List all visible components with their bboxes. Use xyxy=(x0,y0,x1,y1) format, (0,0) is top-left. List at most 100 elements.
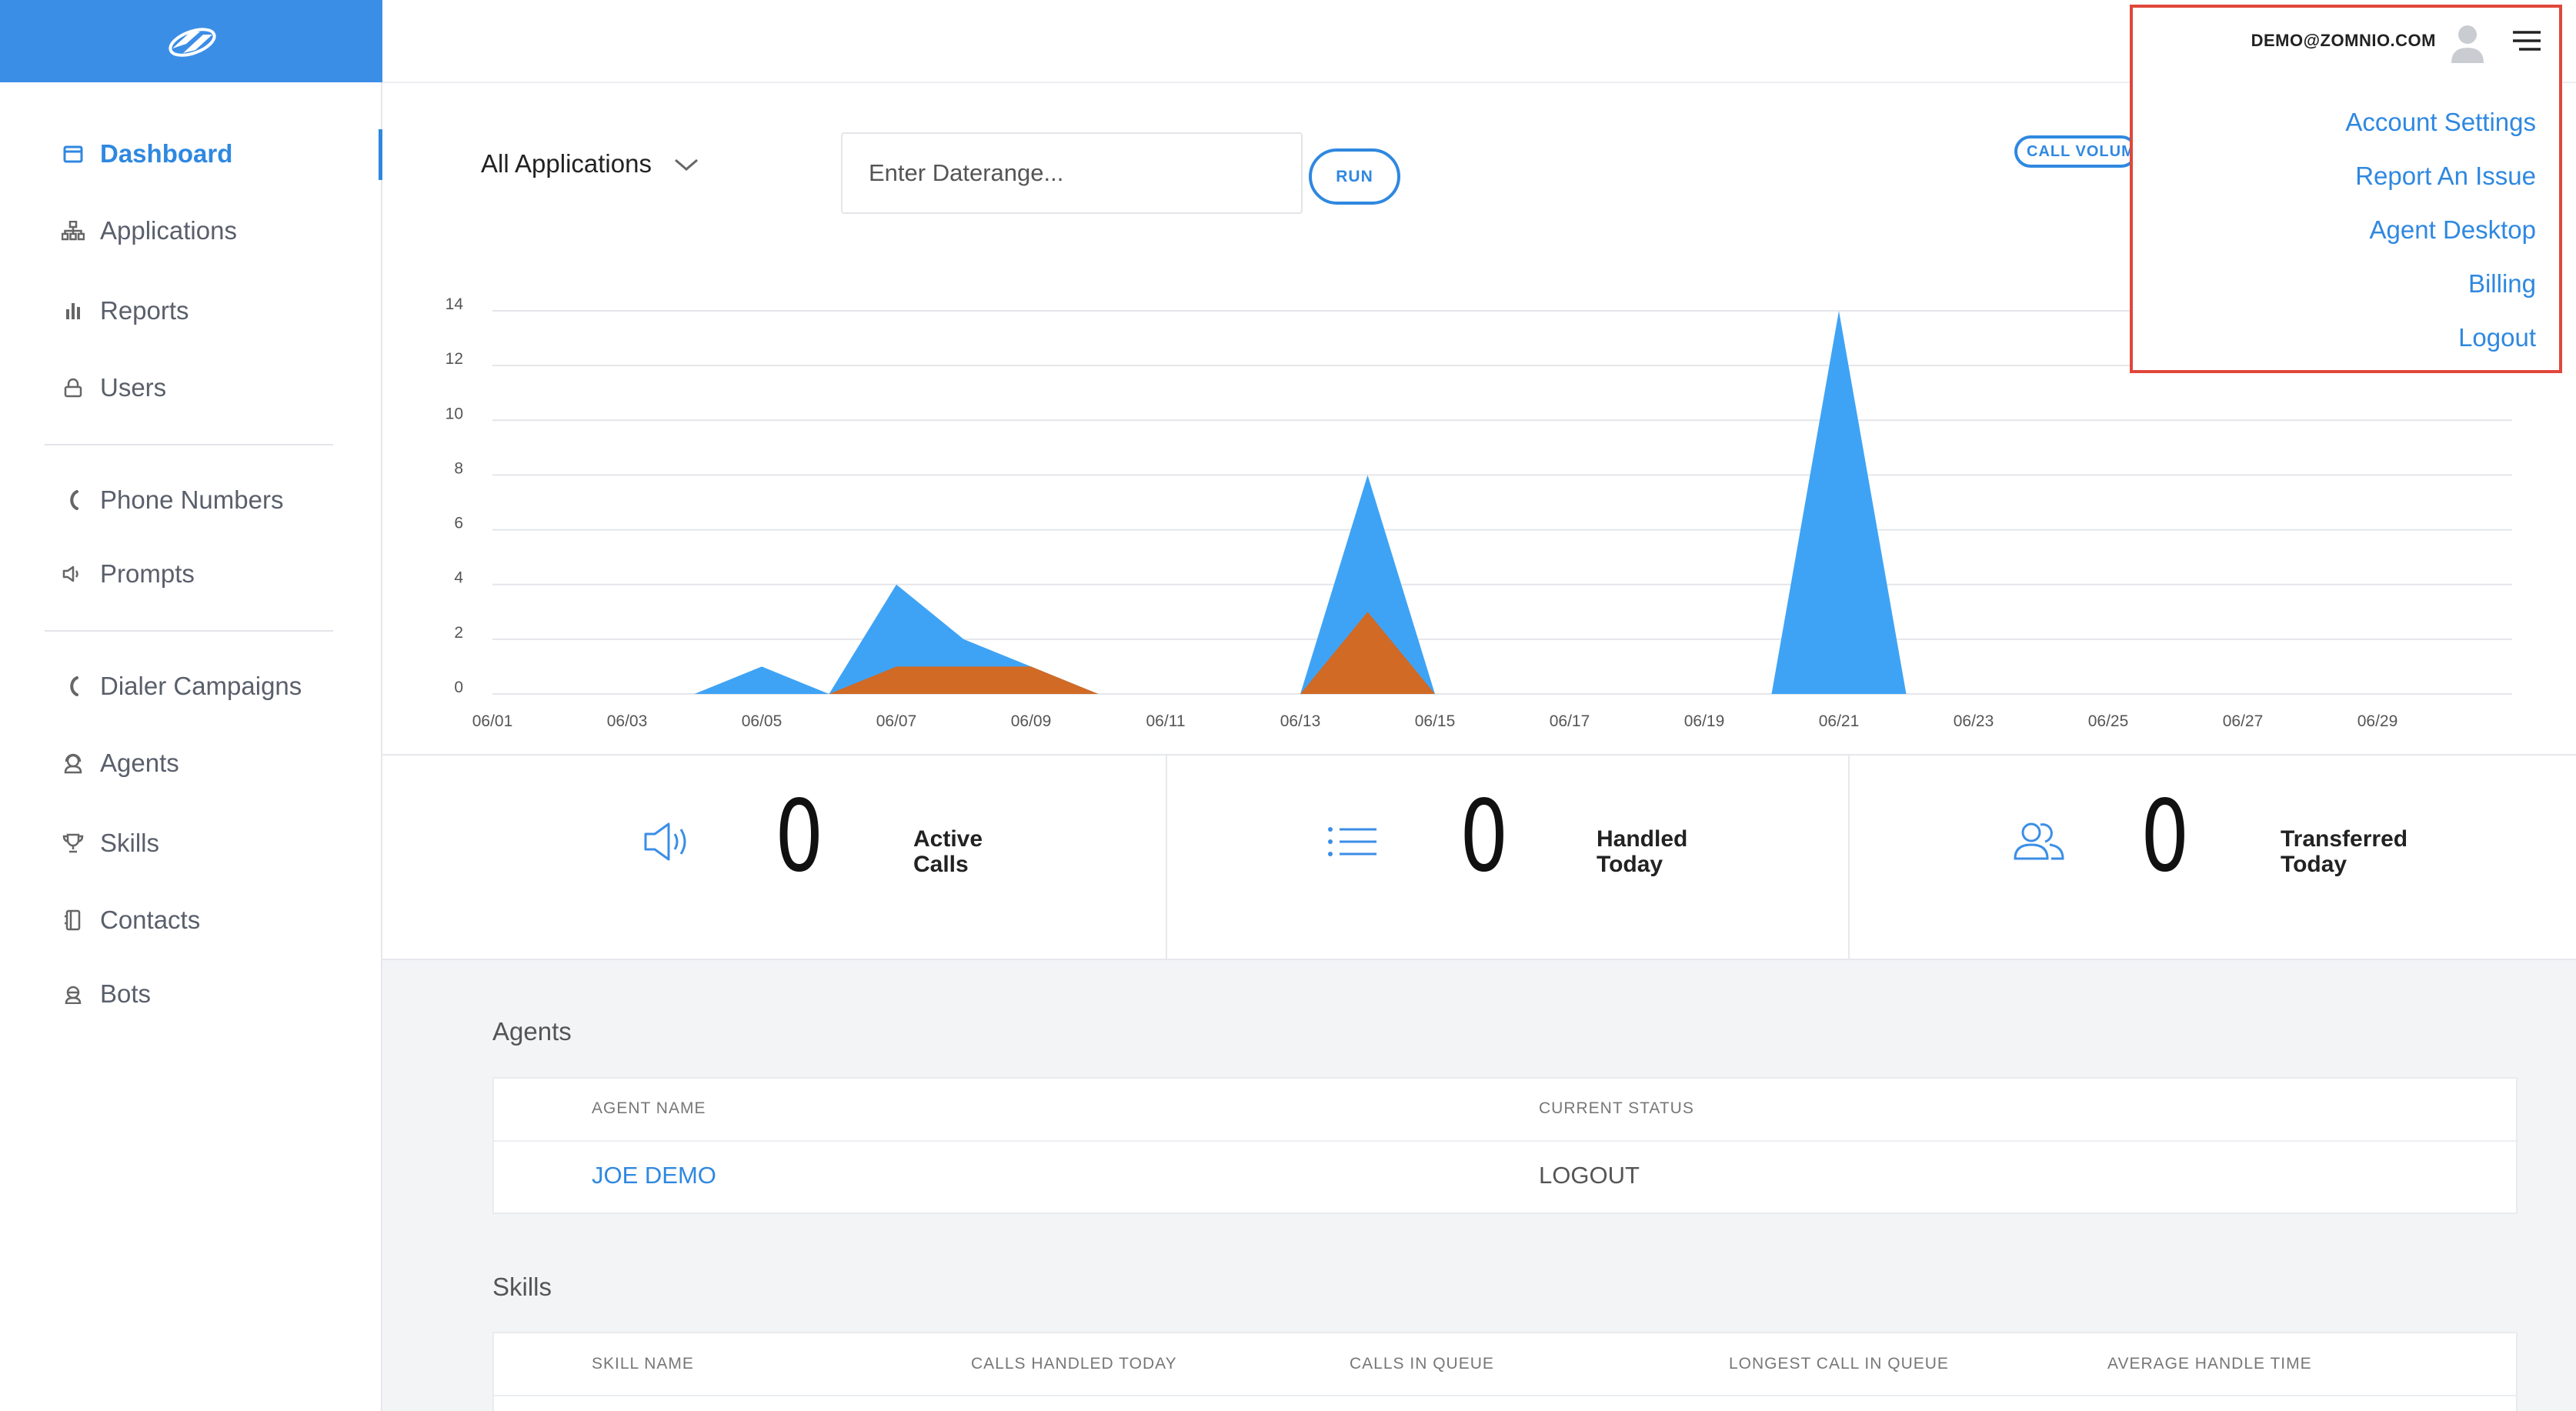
x-tick-label: 06/19 xyxy=(1684,712,1725,730)
y-tick-label: 12 xyxy=(445,350,463,368)
stat-label: Transferred Today xyxy=(2281,826,2450,877)
sidebar-item-label: Bots xyxy=(100,979,152,1008)
stat-active-calls: 0 Active Calls xyxy=(382,756,1166,960)
stat-label-line: Today xyxy=(1597,852,1663,877)
address-book-icon xyxy=(62,909,85,932)
stat-label-line: Calls xyxy=(913,852,969,877)
sidebar-item-label: Dialer Campaigns xyxy=(100,672,302,700)
column-header-agent-name: AGENT NAME xyxy=(592,1099,706,1117)
x-tick-label: 06/13 xyxy=(1280,712,1321,730)
lock-icon xyxy=(62,376,85,399)
y-tick-label: 4 xyxy=(454,569,463,587)
agents-table: AGENT NAME CURRENT STATUS JOE DEMO LOGOU… xyxy=(492,1077,2518,1214)
sidebar-item-bots[interactable]: Bots xyxy=(62,971,151,1017)
application-select[interactable]: All Applications xyxy=(481,145,699,183)
skills-table: SKILL NAME CALLS HANDLED TODAY CALLS IN … xyxy=(492,1332,2518,1411)
stat-label-line: Handled xyxy=(1597,826,1688,852)
sidebar-item-prompts[interactable]: Prompts xyxy=(62,551,195,597)
sitemap-icon xyxy=(62,219,85,242)
daterange-input[interactable] xyxy=(841,132,1303,214)
stats-panel: 0 Active Calls 0 Handled Today 0 Transfe… xyxy=(382,754,2576,960)
trophy-icon xyxy=(62,832,85,855)
menu-item-billing[interactable]: Billing xyxy=(2468,269,2536,299)
column-header-calls-handled-today: CALLS HANDLED TODAY xyxy=(971,1355,1177,1373)
speaker-icon xyxy=(642,820,693,867)
logo-bar[interactable] xyxy=(0,0,382,82)
phone-icon xyxy=(62,675,85,698)
sidebar-item-reports[interactable]: Reports xyxy=(62,288,189,334)
column-header-current-status: CURRENT STATUS xyxy=(1539,1099,1694,1117)
menu-item-agent-desktop[interactable]: Agent Desktop xyxy=(2370,215,2536,245)
user-menu-dropdown: DEMO@ZOMNIO.COM Account Settings Report … xyxy=(2130,5,2562,373)
stat-value: 0 xyxy=(1460,779,1509,894)
x-tick-label: 06/27 xyxy=(2223,712,2264,730)
y-tick-label: 2 xyxy=(454,624,463,642)
y-tick-label: 14 xyxy=(445,295,464,313)
hamburger-menu-icon[interactable] xyxy=(2511,29,2542,52)
stat-label: Handled Today xyxy=(1597,826,1766,877)
x-tick-label: 06/21 xyxy=(1819,712,1860,730)
stat-label-line: Today xyxy=(2281,852,2347,877)
calendar-icon xyxy=(62,142,85,165)
sidebar-item-applications[interactable]: Applications xyxy=(62,208,237,254)
sidebar-item-skills[interactable]: Skills xyxy=(62,820,159,866)
y-tick-label: 0 xyxy=(454,679,463,696)
y-tick-label: 6 xyxy=(454,515,463,532)
skills-section-title: Skills xyxy=(492,1273,552,1301)
speaker-icon xyxy=(62,562,85,585)
sidebar-divider xyxy=(45,630,333,632)
list-icon xyxy=(1327,826,1378,861)
stat-handled-today: 0 Handled Today xyxy=(1166,756,1848,960)
stat-value: 0 xyxy=(775,779,824,894)
x-tick-label: 06/15 xyxy=(1415,712,1456,730)
y-tick-label: 8 xyxy=(454,459,463,477)
sidebar-item-agents[interactable]: Agents xyxy=(62,740,179,786)
active-indicator xyxy=(379,129,382,180)
x-tick-label: 06/03 xyxy=(607,712,648,730)
app-root: Dashboard Applications Reports Users Pho… xyxy=(0,0,2576,1411)
column-header-calls-in-queue: CALLS IN QUEUE xyxy=(1350,1355,1494,1373)
agent-name-link[interactable]: JOE DEMO xyxy=(592,1162,716,1189)
stat-label-line: Active xyxy=(913,826,983,852)
row-divider xyxy=(494,1395,2516,1396)
x-tick-label: 06/05 xyxy=(742,712,782,730)
y-tick-label: 10 xyxy=(445,405,463,422)
sidebar-item-label: Agents xyxy=(100,749,179,777)
column-header-average-handle-time: AVERAGE HANDLE TIME xyxy=(2107,1355,2312,1373)
sidebar-item-label: Skills xyxy=(100,829,160,857)
x-tick-label: 06/07 xyxy=(876,712,917,730)
phone-icon xyxy=(62,489,85,512)
x-tick-label: 06/01 xyxy=(472,712,513,730)
application-select-value: All Applications xyxy=(481,149,652,178)
sidebar-item-label: Phone Numbers xyxy=(100,485,284,514)
sidebar-item-label: Applications xyxy=(100,216,237,245)
stat-value: 0 xyxy=(2141,779,2190,894)
sidebar-item-phone-numbers[interactable]: Phone Numbers xyxy=(62,477,283,523)
column-header-skill-name: SKILL NAME xyxy=(592,1355,694,1373)
chevron-down-icon xyxy=(673,149,699,178)
sidebar-item-label: Dashboard xyxy=(100,139,233,168)
menu-item-report-an-issue[interactable]: Report An Issue xyxy=(2355,162,2536,191)
bar-chart-icon xyxy=(62,299,85,322)
zomnio-logo-icon xyxy=(168,27,216,57)
call-volume-button[interactable]: CALL VOLUM xyxy=(2014,135,2137,168)
sidebar-item-dialer-campaigns[interactable]: Dialer Campaigns xyxy=(62,663,302,709)
x-tick-label: 06/09 xyxy=(1011,712,1052,730)
x-tick-label: 06/11 xyxy=(1146,712,1186,730)
x-tick-label: 06/17 xyxy=(1550,712,1590,730)
x-tick-label: 06/23 xyxy=(1954,712,1994,730)
x-tick-label: 06/25 xyxy=(2088,712,2129,730)
run-button[interactable]: RUN xyxy=(1309,148,1400,205)
agent-status: LOGOUT xyxy=(1539,1162,1640,1189)
agent-icon xyxy=(62,752,85,775)
bot-icon xyxy=(62,982,85,1006)
sidebar-item-contacts[interactable]: Contacts xyxy=(62,897,200,943)
sidebar-item-users[interactable]: Users xyxy=(62,365,166,411)
stat-transferred-today: 0 Transferred Today xyxy=(1848,756,2576,960)
row-divider xyxy=(494,1140,2516,1142)
menu-item-logout[interactable]: Logout xyxy=(2458,323,2536,352)
menu-item-account-settings[interactable]: Account Settings xyxy=(2345,108,2536,137)
sidebar-divider xyxy=(45,444,333,445)
avatar-icon[interactable] xyxy=(2450,23,2485,65)
sidebar-item-dashboard[interactable]: Dashboard xyxy=(62,131,232,177)
